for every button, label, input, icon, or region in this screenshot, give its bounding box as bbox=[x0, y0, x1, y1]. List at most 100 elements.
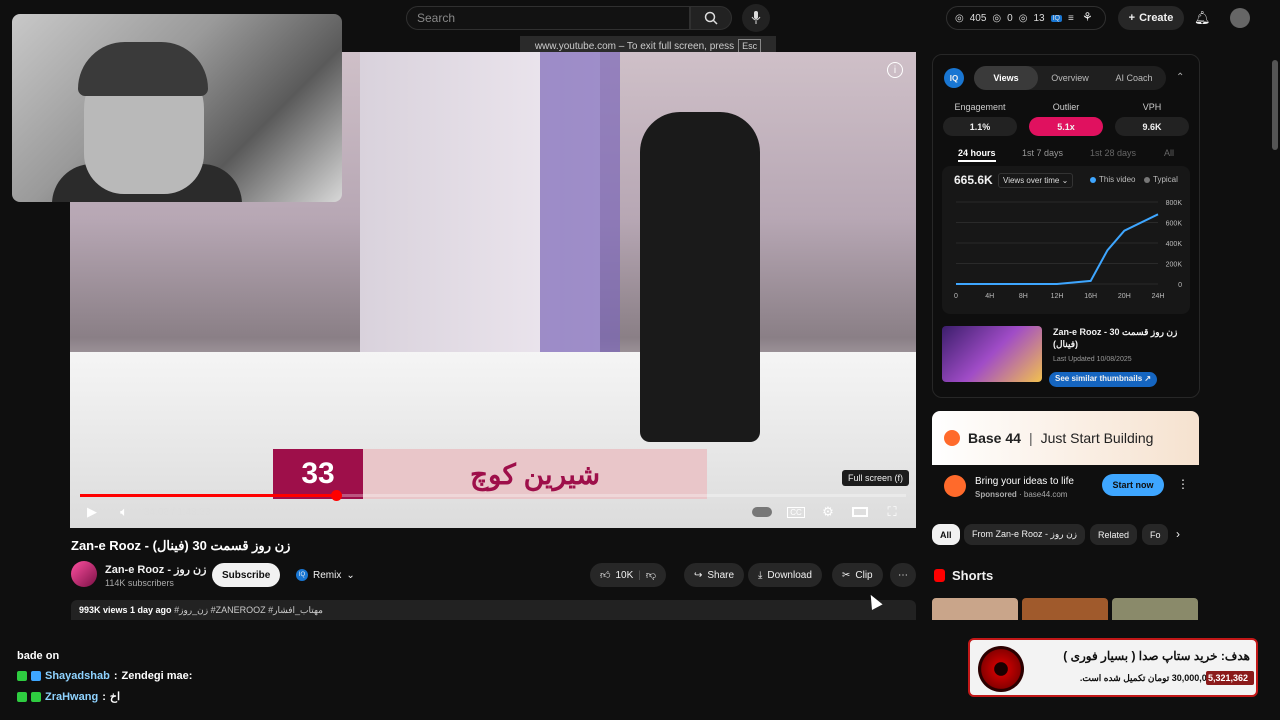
ad-brand: Base 44 bbox=[968, 430, 1021, 446]
create-button[interactable]: + Create bbox=[1118, 6, 1184, 30]
chip-from-channel[interactable]: From Zan-e Rooz - زن روز bbox=[964, 524, 1086, 545]
chat-separator: : bbox=[113, 670, 118, 682]
vidiq-tabs: Views Overview AI Coach bbox=[974, 66, 1166, 90]
scrubber-handle[interactable] bbox=[331, 490, 343, 501]
collapse-chevron-icon[interactable]: ⌃ bbox=[1176, 72, 1184, 83]
theater-icon bbox=[852, 507, 868, 517]
notifications-bell-icon[interactable]: 🔔︎ bbox=[1194, 10, 1211, 26]
progress-bar[interactable] bbox=[80, 490, 906, 501]
shorts-heading: Shorts bbox=[952, 568, 994, 583]
remix-button[interactable]: IQ Remix ⌄ bbox=[286, 563, 365, 587]
chevron-down-icon: ⌄ bbox=[1061, 176, 1069, 185]
subscribe-button[interactable]: Subscribe bbox=[212, 563, 281, 587]
more-horizontal-icon: ⋯ bbox=[898, 569, 908, 581]
plus-icon: + bbox=[1128, 12, 1136, 24]
chat-line: Shayadshab : Zendegi mae: bbox=[17, 670, 192, 682]
theater-button[interactable] bbox=[848, 500, 872, 524]
legend-typical-label: Typical bbox=[1153, 175, 1178, 184]
short-thumbnail[interactable] bbox=[932, 598, 1018, 620]
list-icon: ≡ bbox=[1067, 12, 1074, 24]
legend-typical: Typical bbox=[1144, 175, 1178, 184]
chip-all[interactable]: All bbox=[932, 524, 960, 545]
views-metric-select[interactable]: Views over time ⌄ bbox=[998, 173, 1074, 188]
legend-dot-grey bbox=[1144, 176, 1150, 183]
likes-stat-icon: ◎ bbox=[992, 12, 1002, 24]
like-button[interactable]: 👍︎ 10K | 👎︎ bbox=[590, 563, 667, 587]
tab-views[interactable]: Views bbox=[974, 66, 1038, 90]
metric-outlier-value: 5.1x bbox=[1029, 117, 1103, 136]
chip-more[interactable]: Fo bbox=[1142, 524, 1168, 545]
settings-button[interactable]: ⚙ bbox=[816, 500, 840, 524]
download-label: Download bbox=[767, 569, 812, 581]
share-label: Share bbox=[707, 569, 735, 581]
period-7-days[interactable]: 1st 7 days bbox=[1022, 148, 1063, 158]
download-button[interactable]: ⤓ Download bbox=[748, 563, 822, 587]
mute-button[interactable]: 🔈︎ bbox=[112, 500, 136, 524]
ad-more-icon[interactable]: ⋮ bbox=[1177, 477, 1189, 491]
tab-ai-coach[interactable]: AI Coach bbox=[1102, 66, 1166, 90]
ad-banner[interactable]: Base 44 | Just Start Building bbox=[932, 411, 1199, 465]
x-tick-label: 20H bbox=[1118, 293, 1131, 300]
share-button[interactable]: ↪ Share bbox=[684, 563, 745, 587]
base44-logo-icon bbox=[944, 430, 960, 446]
x-tick-label: 8H bbox=[1019, 293, 1028, 300]
sponsored-ad[interactable]: Base 44 | Just Start Building Bring your… bbox=[932, 411, 1199, 508]
channel-avatar[interactable] bbox=[71, 561, 97, 587]
ad-separator: | bbox=[1028, 430, 1033, 446]
kick-badge-icon bbox=[17, 691, 27, 702]
account-avatar[interactable] bbox=[1230, 8, 1250, 28]
likes-count: 0 bbox=[1007, 12, 1013, 24]
video-frame-figure bbox=[640, 112, 760, 442]
description-bar[interactable]: 993K views 1 day ago #زن_روز #ZANEROOZ #… bbox=[71, 600, 916, 620]
views-count: 405 bbox=[969, 12, 987, 24]
short-thumbnail[interactable] bbox=[1022, 598, 1108, 620]
period-all[interactable]: All bbox=[1164, 148, 1174, 158]
info-icon[interactable]: i bbox=[887, 62, 903, 78]
tab-overview[interactable]: Overview bbox=[1038, 66, 1102, 90]
iq-remix-icon: IQ bbox=[296, 569, 308, 581]
gift-badge-icon bbox=[31, 691, 41, 702]
short-thumbnail[interactable] bbox=[1112, 598, 1198, 620]
chip-related[interactable]: Related bbox=[1090, 524, 1138, 545]
fullscreen-hint-text: www.youtube.com – To exit full screen, p… bbox=[534, 40, 735, 52]
views-stat-icon: ◎ bbox=[955, 12, 964, 24]
video-thumbnail[interactable] bbox=[942, 326, 1042, 382]
advertiser-icon bbox=[944, 475, 966, 497]
ad-body: Bring your ideas to life Sponsored · bas… bbox=[932, 465, 1199, 508]
search-button[interactable] bbox=[690, 6, 732, 30]
period-28-days[interactable]: 1st 28 days bbox=[1090, 148, 1136, 158]
clip-button[interactable]: ✂ Clip bbox=[832, 563, 883, 587]
thumbs-down-icon[interactable]: 👎︎ bbox=[646, 569, 656, 581]
vidiq-logo: IQ bbox=[944, 68, 964, 88]
legend-this-label: This video bbox=[1099, 175, 1136, 184]
scrollbar[interactable] bbox=[1272, 60, 1278, 150]
video-title: Zan-e Rooz - زن روز قسمت 30 (فینال) bbox=[71, 538, 291, 553]
see-similar-thumbnails-button[interactable]: See similar thumbnails ↗ bbox=[1049, 372, 1158, 387]
voice-search-button[interactable] bbox=[742, 4, 770, 32]
chips-next-chevron-icon[interactable]: › bbox=[1176, 527, 1180, 541]
like-count: 10K bbox=[615, 569, 634, 581]
period-24-hours[interactable]: 24 hours bbox=[958, 148, 996, 162]
thumbnail-title: Zan-e Rooz - زن روز قسمت 30 (فینال) bbox=[1053, 327, 1178, 349]
y-tick-label: 400K bbox=[1166, 241, 1183, 248]
subscriber-count: 114K subscribers bbox=[105, 578, 174, 588]
ad-sponsored: Sponsored bbox=[975, 490, 1017, 499]
series-line-this-video bbox=[956, 213, 1159, 285]
ad-start-button[interactable]: Start now bbox=[1102, 474, 1164, 496]
more-actions-button[interactable]: ⋯ bbox=[890, 563, 916, 587]
metric-vph-label: VPH bbox=[1142, 102, 1162, 112]
y-tick-label: 800K bbox=[1166, 200, 1183, 207]
captions-button[interactable]: CC bbox=[784, 500, 808, 524]
play-button[interactable]: ▶ bbox=[80, 500, 104, 524]
volume-icon: 🔈︎ bbox=[120, 504, 128, 519]
fullscreen-button[interactable]: ⛶ bbox=[880, 500, 904, 524]
hashtags[interactable]: #زن_روز #ZANEROOZ #مهتاب_افشار bbox=[174, 605, 323, 615]
autoplay-toggle[interactable] bbox=[750, 500, 774, 524]
metric-outlier-label: Outlier bbox=[1052, 102, 1080, 112]
trophy-icon[interactable]: ⚘ bbox=[1082, 10, 1093, 24]
chat-message: اخ bbox=[109, 691, 121, 703]
goal-title: هدف: خرید ستاپ صدا ( بسیار فوری ) bbox=[1063, 649, 1250, 663]
search-input[interactable]: Search bbox=[406, 6, 690, 30]
channel-name[interactable]: Zan-e Rooz - زن روز bbox=[105, 563, 206, 576]
x-tick-label: 0 bbox=[954, 293, 958, 300]
